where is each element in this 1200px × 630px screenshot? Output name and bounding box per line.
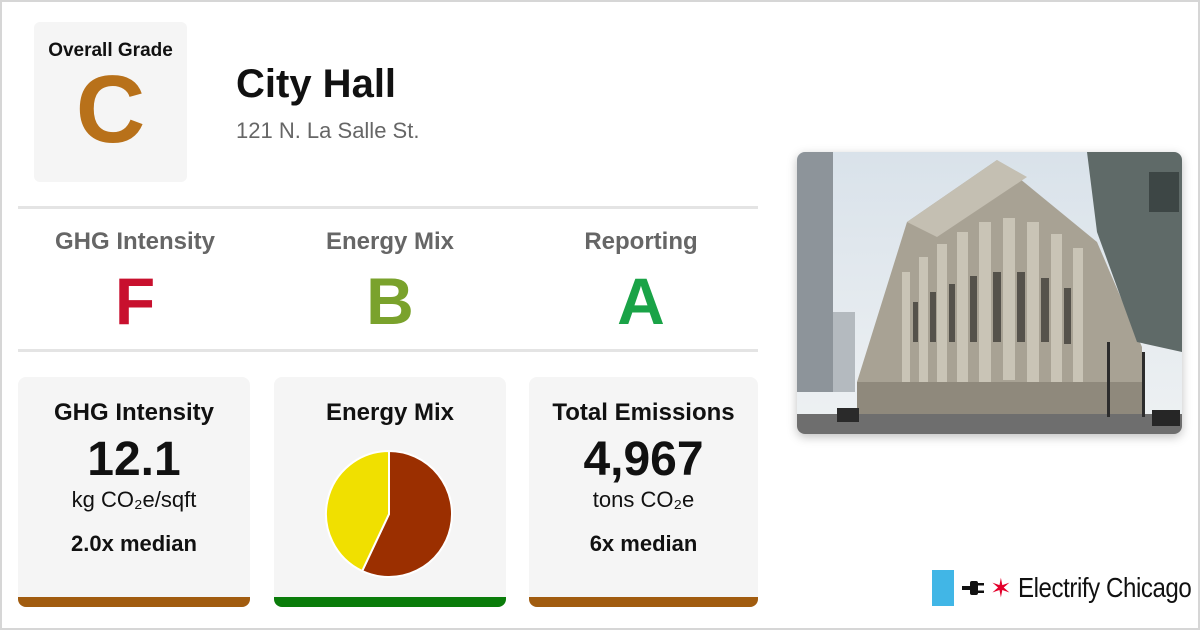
- total-emissions-median: 6x median: [589, 531, 698, 556]
- electrify-chicago-logo[interactable]: ✶ Electrify Chicago: [932, 568, 1200, 608]
- card-title: GHG Intensity: [53, 399, 215, 426]
- subgrade-letter: A: [617, 264, 665, 338]
- overall-grade-letter: C: [75, 56, 146, 163]
- divider: [18, 349, 758, 352]
- grade-color-bar: [18, 597, 250, 607]
- subgrade-label: GHG Intensity: [54, 228, 216, 255]
- ghg-intensity-unit: kg CO₂e/sqft: [71, 487, 197, 512]
- ghg-intensity-card: GHG Intensity 12.1 kg CO₂e/sqft 2.0x med…: [18, 377, 250, 607]
- total-emissions-value: 4,967: [583, 433, 704, 486]
- chicago-star-icon: ✶: [990, 573, 1012, 603]
- card-title: Total Emissions: [552, 399, 735, 426]
- ghg-intensity-median: 2.0x median: [71, 531, 197, 556]
- subgrade-reporting: Reporting A: [521, 228, 761, 336]
- total-emissions-card: Total Emissions 4,967 tons CO₂e 6x media…: [529, 377, 758, 607]
- subgrade-ghg-intensity: GHG Intensity F: [15, 228, 255, 336]
- divider: [18, 206, 758, 209]
- energy-mix-card: Energy Mix: [274, 377, 506, 607]
- energy-mix-pie-chart: [325, 449, 453, 578]
- building-address: 121 N. La Salle St.: [236, 118, 420, 143]
- building-photo: [797, 152, 1182, 434]
- chicago-flag-bar-icon: [932, 570, 954, 606]
- grade-color-bar: [529, 597, 758, 607]
- subgrade-letter: B: [366, 264, 414, 338]
- overall-grade-box: Overall Grade C: [34, 22, 187, 182]
- subgrade-label: Energy Mix: [325, 228, 455, 255]
- building-name: City Hall: [236, 62, 397, 106]
- total-emissions-unit: tons CO₂e: [592, 487, 695, 512]
- ghg-intensity-value: 12.1: [87, 433, 181, 486]
- plug-icon: [962, 581, 984, 595]
- brand-name: Electrify Chicago: [1017, 572, 1192, 603]
- subgrade-letter: F: [114, 264, 156, 338]
- subgrade-label: Reporting: [584, 228, 698, 255]
- grade-color-bar: [274, 597, 506, 607]
- card-title: Energy Mix: [325, 399, 455, 426]
- subgrade-energy-mix: Energy Mix B: [270, 228, 510, 336]
